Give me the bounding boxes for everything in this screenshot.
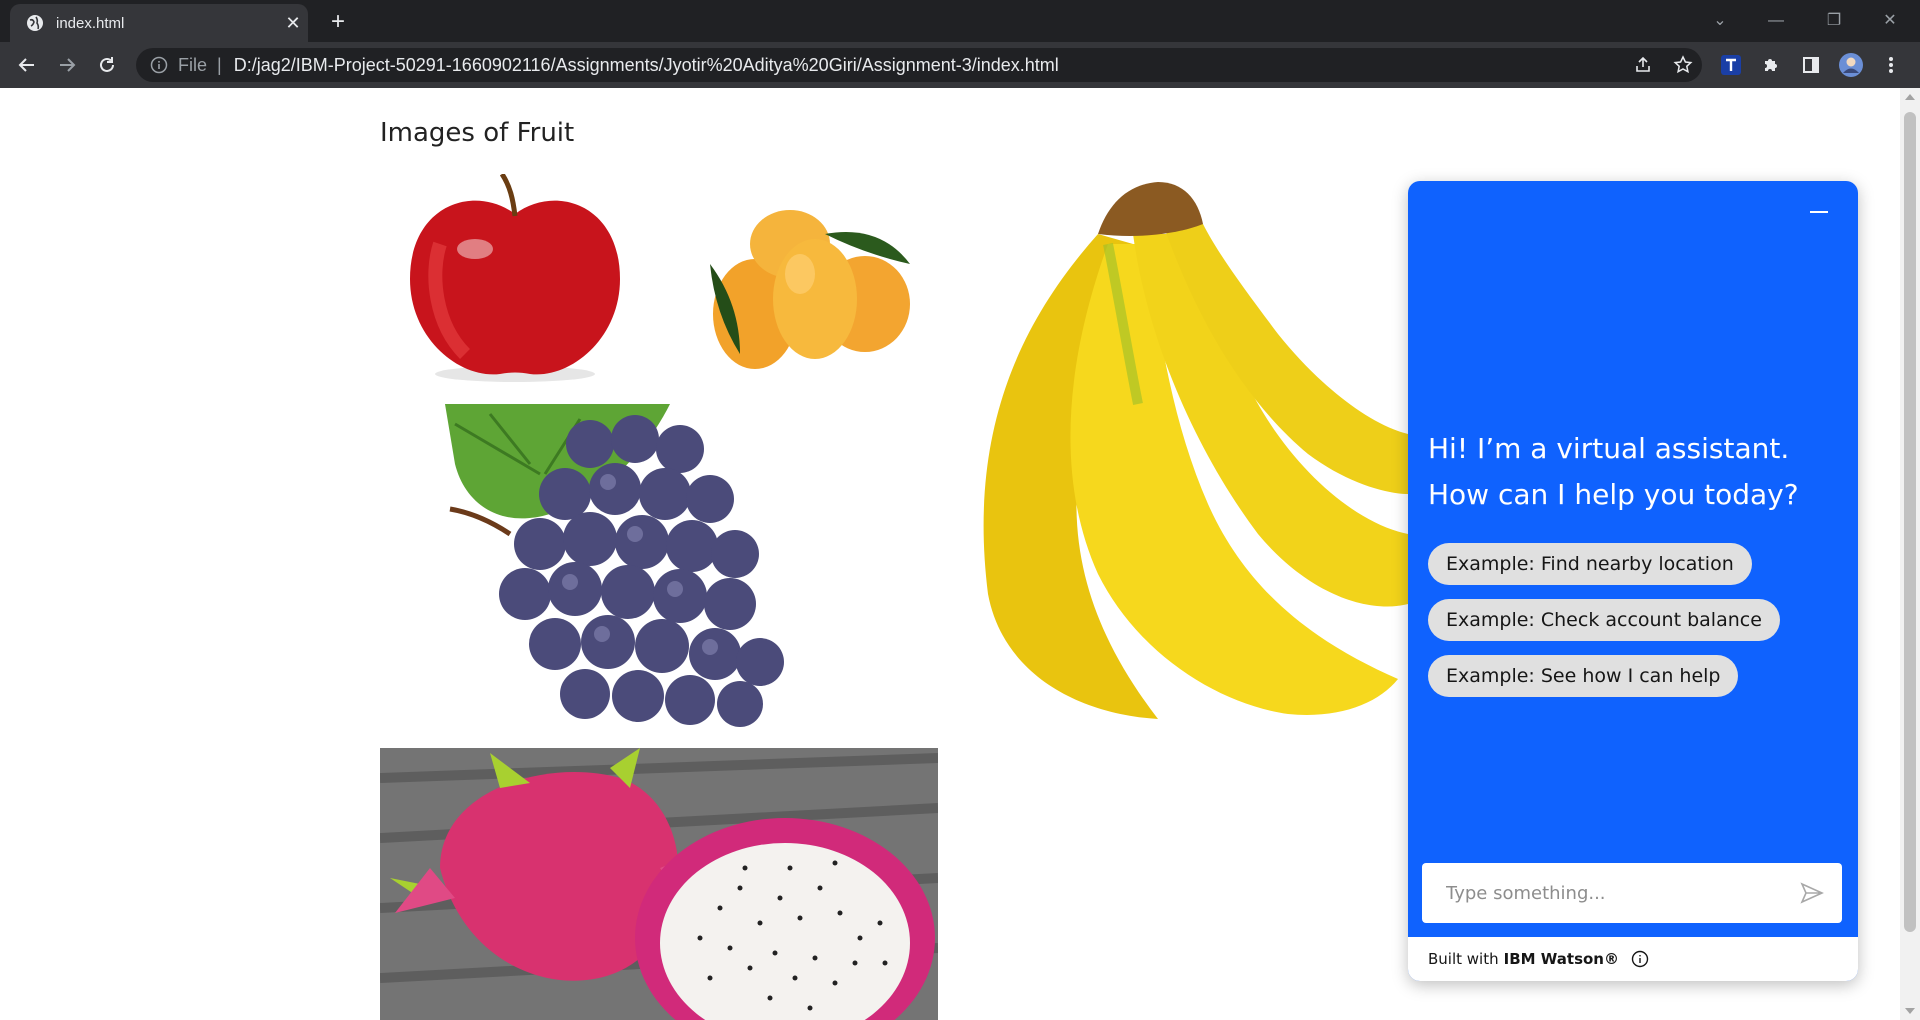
tab-search-icon[interactable]: ⌄ (1700, 6, 1740, 36)
grapes-image (380, 404, 880, 729)
star-icon (1673, 55, 1693, 74)
side-panel-icon (1803, 57, 1819, 73)
url-text[interactable]: D:/jag2/IBM-Project-50291-1660902116/Ass… (234, 55, 1059, 76)
banana-image (958, 174, 1408, 729)
reload-icon (100, 57, 114, 72)
back-button[interactable] (12, 50, 42, 80)
example-chip-find-location[interactable]: Example: Find nearby location (1428, 543, 1752, 585)
profile-avatar[interactable] (1836, 50, 1866, 80)
bookmark-button[interactable] (1668, 50, 1698, 80)
scroll-down-arrow-icon[interactable] (1905, 1008, 1915, 1014)
minimize-icon (1810, 211, 1828, 213)
share-icon (1636, 56, 1650, 72)
scrollbar-thumb[interactable] (1904, 112, 1916, 932)
side-panel-button[interactable] (1796, 50, 1826, 80)
extension-t-button[interactable] (1716, 50, 1746, 80)
page-scrollbar[interactable] (1900, 88, 1920, 1020)
info-icon[interactable] (150, 56, 168, 74)
page-title: Images of Fruit (380, 118, 575, 148)
send-icon (1800, 882, 1824, 904)
tab-title: index.html (56, 14, 125, 32)
arrow-left-icon (18, 58, 34, 72)
reload-button[interactable] (92, 50, 122, 80)
scroll-up-arrow-icon[interactable] (1905, 94, 1915, 100)
share-button[interactable] (1628, 50, 1658, 80)
restore-window-button[interactable]: ❐ (1814, 6, 1854, 36)
minimize-window-button[interactable]: — (1756, 6, 1796, 36)
extensions-button[interactable] (1756, 50, 1786, 80)
avatar-icon (1839, 53, 1863, 77)
assistant-chat-panel: Hi! I’m a virtual assistant. How can I h… (1408, 181, 1858, 981)
more-vertical-icon (1889, 57, 1893, 73)
ibm-watson-label: IBM Watson® (1503, 950, 1619, 968)
chat-footer: Built with IBM Watson® (1408, 937, 1858, 981)
send-button[interactable] (1790, 871, 1834, 915)
mango-image (680, 174, 930, 384)
browser-menu-button[interactable] (1876, 50, 1906, 80)
close-window-button[interactable]: ✕ (1870, 6, 1910, 36)
new-tab-button[interactable]: + (322, 6, 354, 38)
example-chip-see-help[interactable]: Example: See how I can help (1428, 655, 1739, 697)
scheme-label: File (178, 54, 208, 75)
minimize-chat-button[interactable] (1800, 197, 1840, 227)
tab-strip: index.html ✕ + ⌄ — ❐ ✕ (0, 0, 1920, 42)
browser-toolbar: File | D:/jag2/IBM-Project-50291-1660902… (0, 42, 1920, 88)
built-with-label: Built with (1428, 950, 1499, 968)
chat-message-input[interactable] (1444, 872, 1790, 914)
tab-close-icon[interactable]: ✕ (278, 13, 308, 34)
assistant-greeting: Hi! I’m a virtual assistant. How can I h… (1428, 432, 1799, 511)
browser-tab[interactable]: index.html ✕ (10, 4, 308, 42)
arrow-right-icon (60, 58, 76, 72)
dragon-fruit-image (380, 748, 938, 1020)
t-extension-icon (1721, 55, 1741, 75)
globe-icon (27, 15, 43, 31)
info-circle-icon[interactable] (1631, 950, 1649, 968)
forward-button[interactable] (52, 50, 82, 80)
address-bar[interactable]: File | D:/jag2/IBM-Project-50291-1660902… (136, 48, 1702, 82)
example-chip-check-balance[interactable]: Example: Check account balance (1428, 599, 1780, 641)
chat-input-container (1422, 863, 1842, 923)
apple-image (380, 174, 650, 384)
puzzle-icon (1765, 59, 1777, 71)
scheme-separator: | (217, 54, 222, 75)
